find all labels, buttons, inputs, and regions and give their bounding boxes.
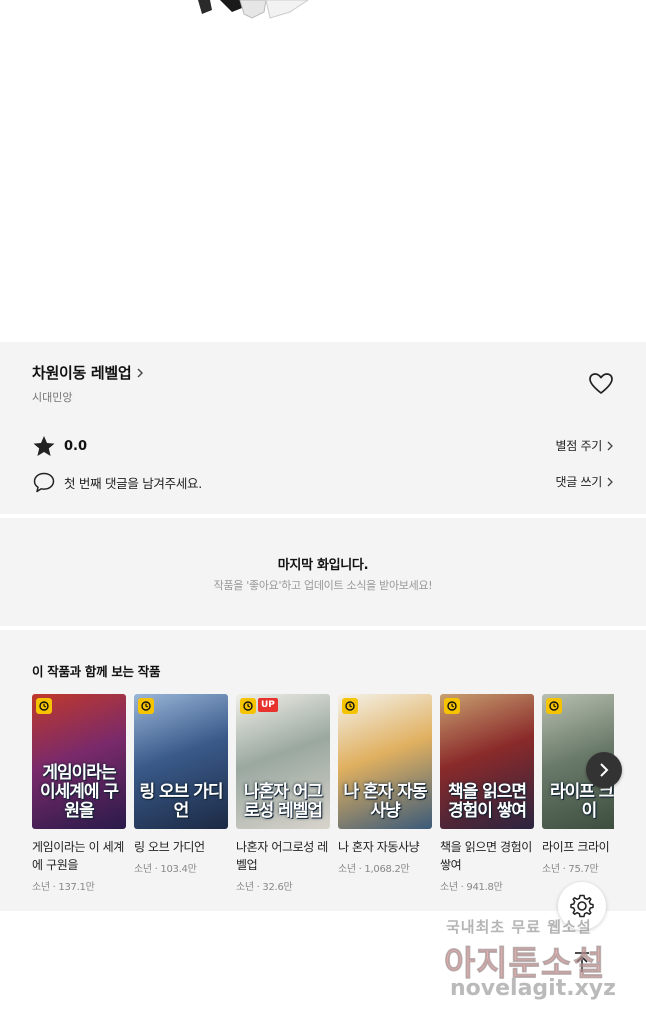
cover-title-logo: 라이프 크라이: [549, 782, 614, 821]
clock-icon: [447, 701, 457, 711]
series-title: 차원이동 레벨업: [32, 364, 132, 382]
recommendation-meta: 소년 · 75.7만: [542, 864, 599, 875]
recommendation-title: 라이프 크라이: [542, 840, 610, 854]
carousel-next-button[interactable]: [586, 752, 622, 788]
recommendation-card[interactable]: UP 나혼자 어그로성 레벨업 나혼자 어그로성 레벨업 소년 · 32.6만: [236, 694, 330, 893]
viewer-page: 차원이동 레벨업 시대민앙 0.0 별점 주기 첫 번째 댓글을 남겨주세요. …: [0, 0, 646, 1027]
wait-free-badge: [444, 698, 460, 714]
wait-free-badge: [138, 698, 154, 714]
cover-title-logo: 링 오브 가디언: [139, 782, 223, 821]
wait-free-badge: [546, 698, 562, 714]
clock-icon: [345, 701, 355, 711]
chevron-right-icon: [600, 763, 609, 777]
clock-icon: [243, 701, 253, 711]
recommendations-heading: 이 작품과 함께 보는 작품: [32, 664, 161, 679]
cover-title-logo: 나 혼자 자동사냥: [343, 782, 427, 821]
comic-panel-bottom: [0, 0, 646, 342]
recommendation-meta: 소년 · 941.8만: [440, 882, 503, 893]
recommendation-meta: 소년 · 137.1만: [32, 882, 95, 893]
rating-score: 0.0: [64, 438, 88, 454]
wait-free-badge: [36, 698, 52, 714]
cover-title-logo: 책을 읽으면 경험이 쌓여: [447, 782, 527, 821]
recommendation-cover: 링 오브 가디언: [134, 694, 228, 829]
rate-button[interactable]: 별점 주기: [556, 437, 614, 454]
comic-artwork-fragment: [198, 0, 309, 19]
star-filled-icon: [33, 436, 55, 456]
recommendation-title: 책을 읽으면 경험이 쌓여: [440, 840, 532, 872]
wait-free-badge: [240, 698, 256, 714]
recommendation-card[interactable]: 링 오브 가디언 링 오브 가디언 소년 · 103.4만: [134, 694, 228, 875]
last-chapter-subtitle: 작품을 '좋아요'하고 업데이트 소식을 받아보세요!: [213, 579, 433, 592]
recommendation-meta: 소년 · 103.4만: [134, 864, 197, 875]
series-title-link[interactable]: 차원이동 레벨업: [32, 362, 145, 383]
scroll-top-button[interactable]: [558, 942, 606, 982]
recommendation-title: 나 혼자 자동사냥: [338, 840, 420, 854]
clock-icon: [39, 701, 49, 711]
speech-bubble-icon: [33, 472, 55, 493]
clock-icon: [549, 701, 559, 711]
last-chapter-notice: 마지막 화입니다. 작품을 '좋아요'하고 업데이트 소식을 받아보세요!: [0, 518, 646, 626]
rating-row: 0.0 별점 주기: [32, 434, 614, 458]
write-comment-label: 댓글 쓰기: [555, 475, 603, 489]
floating-controls: [558, 882, 606, 978]
series-author: 시대민앙: [32, 391, 73, 404]
watermark: 국내최초 무료 웹소설 아지툰소설 novelagit.xyz: [430, 912, 640, 1022]
recommendation-cover: 게임이라는 이세계에 구원을: [32, 694, 126, 829]
arrow-up-icon: [575, 952, 589, 972]
recommendation-card[interactable]: 책을 읽으면 경험이 쌓여 책을 읽으면 경험이 쌓여 소년 · 941.8만: [440, 694, 534, 893]
gear-icon: [570, 894, 594, 918]
last-chapter-title: 마지막 화입니다.: [277, 558, 369, 573]
recommendations-section: 이 작품과 함께 보는 작품 게임이라는 이세계에 구원을게임이라는 이 세계에…: [0, 630, 646, 911]
chevron-right-icon: [607, 441, 613, 450]
clock-icon: [141, 701, 151, 711]
recommendation-cover: 책을 읽으면 경험이 쌓여: [440, 694, 534, 829]
write-comment-button[interactable]: 댓글 쓰기: [556, 473, 614, 490]
recommendation-cover: UP 나혼자 어그로성 레벨업: [236, 694, 330, 829]
wait-free-badge: [342, 698, 358, 714]
recommendation-carousel[interactable]: 게임이라는 이세계에 구원을게임이라는 이 세계에 구원을소년 · 137.1만…: [32, 694, 614, 904]
heart-outline-icon[interactable]: [588, 372, 614, 396]
recommendation-title: 게임이라는 이 세계에 구원을: [32, 840, 124, 872]
comment-prompt: 첫 번째 댓글을 남겨주세요.: [64, 475, 202, 491]
chevron-right-icon: [137, 368, 144, 377]
settings-button[interactable]: [558, 882, 606, 930]
chevron-right-icon: [607, 477, 613, 486]
up-badge: UP: [258, 698, 278, 712]
rate-button-label: 별점 주기: [555, 439, 603, 453]
recommendation-card[interactable]: 게임이라는 이세계에 구원을게임이라는 이 세계에 구원을소년 · 137.1만: [32, 694, 126, 893]
recommendation-cover: 나 혼자 자동사냥: [338, 694, 432, 829]
recommendation-meta: 소년 · 32.6만: [236, 882, 293, 893]
recommendation-meta: 소년 · 1,068.2만: [338, 864, 410, 875]
recommendation-card[interactable]: 나 혼자 자동사냥 나 혼자 자동사냥 소년 · 1,068.2만: [338, 694, 432, 875]
cover-title-logo: 나혼자 어그로성 레벨업: [243, 782, 323, 821]
recommendation-title: 링 오브 가디언: [134, 840, 205, 854]
recommendation-title: 나혼자 어그로성 레벨업: [236, 840, 328, 872]
cover-title-logo: 게임이라는 이세계에 구원을: [39, 763, 119, 821]
comment-row: 첫 번째 댓글을 남겨주세요. 댓글 쓰기: [32, 470, 614, 494]
series-info-section: 차원이동 레벨업 시대민앙 0.0 별점 주기 첫 번째 댓글을 남겨주세요. …: [0, 342, 646, 514]
